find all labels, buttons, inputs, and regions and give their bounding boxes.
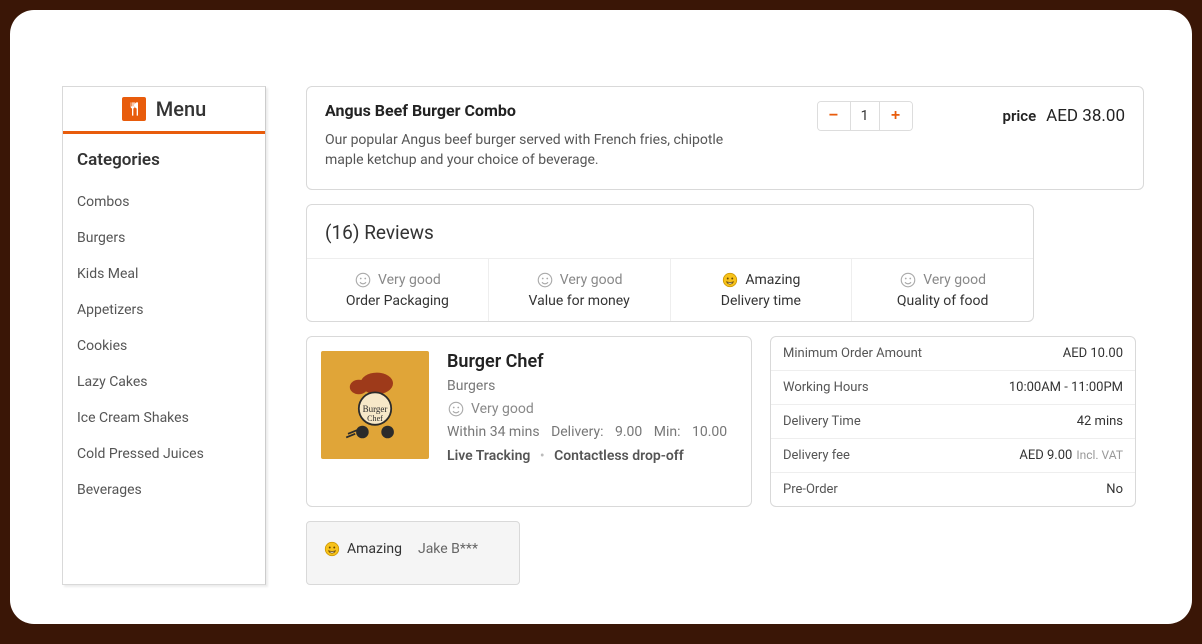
detail-label: Working Hours xyxy=(783,380,869,395)
details-row: Delivery fee AED 9.00Incl. VAT xyxy=(771,439,1135,473)
price-label: price xyxy=(1003,107,1037,125)
tag-contactless: Contactless drop-off xyxy=(554,448,684,464)
user-review-card: Amazing Jake B*** xyxy=(306,521,520,585)
restaurant-card[interactable]: Burger Chef Burger Chef Burgers xyxy=(306,336,752,507)
info-row: Burger Chef Burger Chef Burgers xyxy=(306,336,1144,507)
smiley-amazing-icon xyxy=(721,271,739,289)
review-column: Very good Value for money xyxy=(489,259,671,321)
details-card: Minimum Order Amount AED 10.00 Working H… xyxy=(770,336,1136,507)
delivery-fee-label: Delivery: xyxy=(551,424,603,440)
detail-label: Delivery Time xyxy=(783,414,861,429)
product-description: Our popular Angus beef burger served wit… xyxy=(325,130,745,171)
detail-label: Minimum Order Amount xyxy=(783,346,922,361)
price-block: price AED 38.00 xyxy=(1003,106,1125,126)
detail-label: Delivery fee xyxy=(783,448,850,463)
menu-title: Menu xyxy=(156,97,206,121)
svg-text:Burger: Burger xyxy=(363,404,388,414)
restaurant-logo: Burger Chef xyxy=(321,351,429,459)
smiley-amazing-icon xyxy=(323,540,341,558)
detail-value: AED 9.00Incl. VAT xyxy=(1019,448,1123,463)
min-order-label: Min: xyxy=(654,424,681,440)
details-row: Minimum Order Amount AED 10.00 xyxy=(771,337,1135,371)
rating-text: Very good xyxy=(560,272,623,288)
utensils-icon xyxy=(122,97,146,121)
rating-text: Very good xyxy=(378,272,441,288)
reviews-title: (16) Reviews xyxy=(307,205,1033,258)
review-column: Very good Quality of food xyxy=(852,259,1033,321)
review-metric: Value for money xyxy=(489,293,670,309)
detail-value: 10:00AM - 11:00PM xyxy=(1009,380,1123,395)
tag-live-tracking: Live Tracking xyxy=(447,448,530,464)
smiley-icon xyxy=(354,271,372,289)
menu-header: Menu xyxy=(63,87,265,134)
svg-text:Chef: Chef xyxy=(367,414,383,423)
details-row: Delivery Time 42 mins xyxy=(771,405,1135,439)
category-item[interactable]: Cold Pressed Juices xyxy=(77,436,251,472)
category-item[interactable]: Appetizers xyxy=(77,292,251,328)
product-card: Angus Beef Burger Combo Our popular Angu… xyxy=(306,86,1144,190)
quantity-stepper: − 1 + xyxy=(817,101,913,131)
restaurant-name: Burger Chef xyxy=(447,351,737,372)
category-item[interactable]: Cookies xyxy=(77,328,251,364)
quantity-value: 1 xyxy=(850,102,880,130)
detail-label: Pre-Order xyxy=(783,482,838,497)
category-item[interactable]: Beverages xyxy=(77,472,251,508)
categories-heading: Categories xyxy=(77,150,251,170)
min-order-value: 10.00 xyxy=(692,424,727,440)
smiley-icon xyxy=(447,400,465,418)
delivery-fee-value: 9.00 xyxy=(615,424,642,440)
smiley-icon xyxy=(899,271,917,289)
smiley-icon xyxy=(536,271,554,289)
sidebar-menu: Menu Categories Combos Burgers Kids Meal… xyxy=(62,86,266,585)
category-item[interactable]: Ice Cream Shakes xyxy=(77,400,251,436)
product-title: Angus Beef Burger Combo xyxy=(325,101,745,120)
review-metric: Order Packaging xyxy=(307,293,488,309)
details-row: Working Hours 10:00AM - 11:00PM xyxy=(771,371,1135,405)
rating-text: Very good xyxy=(923,272,986,288)
review-column: Very good Order Packaging xyxy=(307,259,489,321)
price-value: AED 38.00 xyxy=(1046,106,1125,126)
category-item[interactable]: Lazy Cakes xyxy=(77,364,251,400)
restaurant-tags: Live Tracking • Contactless drop-off xyxy=(447,448,737,464)
review-metric: Quality of food xyxy=(852,293,1033,309)
rating-text: Amazing xyxy=(745,272,800,288)
reviews-card: (16) Reviews Very good Order Packaging V… xyxy=(306,204,1034,322)
app-window: Menu Categories Combos Burgers Kids Meal… xyxy=(10,10,1192,624)
restaurant-rating: Very good xyxy=(471,401,534,417)
main-content: Angus Beef Burger Combo Our popular Angu… xyxy=(306,86,1144,585)
detail-value: 42 mins xyxy=(1077,414,1123,429)
category-item[interactable]: Kids Meal xyxy=(77,256,251,292)
delivery-eta: Within 34 mins xyxy=(447,424,540,440)
reviewer-name: Jake B*** xyxy=(418,541,478,557)
review-column: Amazing Delivery time xyxy=(671,259,853,321)
increment-button[interactable]: + xyxy=(880,102,912,130)
restaurant-meta: Within 34 mins Delivery: 9.00 Min: 10.00 xyxy=(447,424,737,440)
decrement-button[interactable]: − xyxy=(818,102,850,130)
detail-value: No xyxy=(1106,482,1123,497)
category-item[interactable]: Combos xyxy=(77,184,251,220)
restaurant-type: Burgers xyxy=(447,378,737,394)
details-row: Pre-Order No xyxy=(771,473,1135,506)
category-item[interactable]: Burgers xyxy=(77,220,251,256)
review-columns: Very good Order Packaging Very good Valu… xyxy=(307,258,1033,321)
content-area: Menu Categories Combos Burgers Kids Meal… xyxy=(10,10,1192,625)
detail-value: AED 10.00 xyxy=(1063,346,1123,361)
categories-section: Categories Combos Burgers Kids Meal Appe… xyxy=(63,134,265,526)
user-review-rating: Amazing xyxy=(347,541,402,557)
review-metric: Delivery time xyxy=(671,293,852,309)
